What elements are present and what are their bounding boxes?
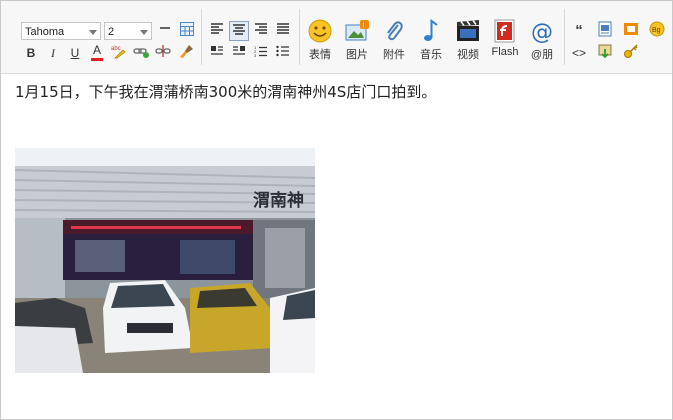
svg-text:!: !: [363, 23, 365, 30]
background-color-button[interactable]: Bg: [647, 21, 667, 41]
code-button[interactable]: <>: [569, 43, 589, 63]
align-right-icon: [255, 23, 267, 34]
insert-video-button[interactable]: 视频: [451, 19, 485, 65]
insert-video-label: 视频: [457, 49, 479, 61]
insert-flash-label: Flash: [491, 46, 519, 58]
smiley-icon: [308, 19, 332, 43]
toolbar-separator: [299, 9, 300, 65]
editor-toolbar: Tahoma 2 B I U A abc 1 2 3 表情 ! 图片 附件 音乐…: [1, 1, 672, 74]
insert-emoticon-label: 表情: [309, 49, 331, 61]
folder-image-icon: [624, 23, 638, 35]
font-size-value: 2: [108, 26, 115, 38]
paperclip-icon: [387, 21, 403, 41]
insert-music-label: 音乐: [420, 49, 442, 61]
link-button[interactable]: [131, 43, 151, 63]
chevron-down-icon: [140, 30, 148, 35]
svg-text:abc: abc: [111, 46, 121, 52]
horizontal-rule-icon: [160, 27, 170, 29]
table-button[interactable]: [177, 21, 197, 41]
dealership-photo-image: 渭南神: [15, 148, 315, 373]
key-icon: [624, 44, 638, 58]
video-icon: [457, 20, 479, 41]
align-justify-button[interactable]: [273, 21, 293, 41]
align-left-button[interactable]: [207, 21, 227, 41]
insert-attachment-button[interactable]: 附件: [377, 19, 411, 65]
chevron-down-icon: [89, 30, 97, 35]
font-family-value: Tahoma: [25, 26, 65, 38]
unlink-icon: [155, 45, 171, 57]
insert-password-button[interactable]: [621, 43, 641, 63]
svg-text:@: @: [531, 20, 553, 43]
image-icon: !: [345, 20, 369, 41]
embedded-photo[interactable]: 渭南神: [15, 148, 315, 373]
mention-friend-button[interactable]: @ @朋: [525, 19, 559, 65]
flash-icon: [494, 19, 515, 43]
quote-button[interactable]: “: [569, 21, 589, 41]
font-color-label: A: [92, 43, 101, 57]
font-size-select[interactable]: 2: [104, 22, 152, 40]
highlighter-icon: abc: [111, 46, 126, 59]
insert-music-button[interactable]: 音乐: [414, 19, 448, 65]
horizontal-rule-button[interactable]: [155, 21, 175, 41]
align-center-icon: [233, 24, 245, 35]
float-right-icon: [233, 46, 245, 55]
align-center-button[interactable]: [229, 21, 249, 41]
editor-content[interactable]: 1月15日，下午我在渭蒲桥南300米的渭南神州4S店门口拍到。: [15, 79, 662, 105]
font-color-swatch: [91, 58, 103, 61]
bold-button[interactable]: B: [21, 43, 41, 63]
align-right-button[interactable]: [251, 21, 271, 41]
font-color-button[interactable]: A: [87, 43, 107, 63]
link-icon: [133, 48, 149, 58]
table-icon: [180, 22, 194, 36]
float-right-button[interactable]: [229, 43, 249, 63]
align-justify-icon: [277, 23, 289, 34]
at-icon: @: [531, 20, 553, 43]
building-sign-text: 渭南神: [253, 190, 304, 211]
insert-media-button[interactable]: [621, 21, 641, 41]
italic-button[interactable]: I: [43, 43, 63, 63]
insert-download-button[interactable]: [595, 43, 615, 63]
font-family-select[interactable]: Tahoma: [21, 22, 101, 40]
background-icon: Bg: [649, 21, 665, 37]
insert-attachment-label: 附件: [383, 49, 405, 61]
insert-emoticon-button[interactable]: 表情: [303, 19, 337, 65]
clear-format-button[interactable]: [177, 43, 197, 63]
document-icon: [598, 21, 612, 37]
float-left-icon: [211, 46, 223, 55]
insert-image-label: 图片: [346, 49, 368, 61]
toolbar-separator: [201, 9, 202, 65]
toolbar-separator: [564, 9, 565, 65]
rich-text-editor: Tahoma 2 B I U A abc 1 2 3 表情 ! 图片 附件 音乐…: [0, 0, 673, 420]
unordered-list-button[interactable]: [273, 43, 293, 63]
insert-document-button[interactable]: [595, 21, 615, 41]
mention-friend-label: @朋: [530, 49, 554, 61]
bullet-list-icon: [276, 45, 289, 57]
insert-flash-button[interactable]: Flash: [488, 19, 522, 65]
float-left-button[interactable]: [207, 43, 227, 63]
brush-icon: [180, 45, 193, 58]
underline-button[interactable]: U: [65, 43, 85, 63]
highlight-button[interactable]: abc: [109, 43, 129, 63]
align-left-icon: [211, 23, 223, 34]
download-image-icon: [598, 44, 612, 59]
music-note-icon: [424, 19, 438, 41]
insert-image-button[interactable]: ! 图片: [340, 19, 374, 65]
ordered-list-icon: 123: [254, 45, 267, 58]
svg-text:3: 3: [254, 53, 257, 57]
post-text: 1月15日，下午我在渭蒲桥南300米的渭南神州4S店门口拍到。: [15, 83, 437, 101]
ordered-list-button[interactable]: 123: [251, 43, 271, 63]
unlink-button[interactable]: [153, 43, 173, 63]
svg-text:Bg: Bg: [652, 27, 661, 34]
